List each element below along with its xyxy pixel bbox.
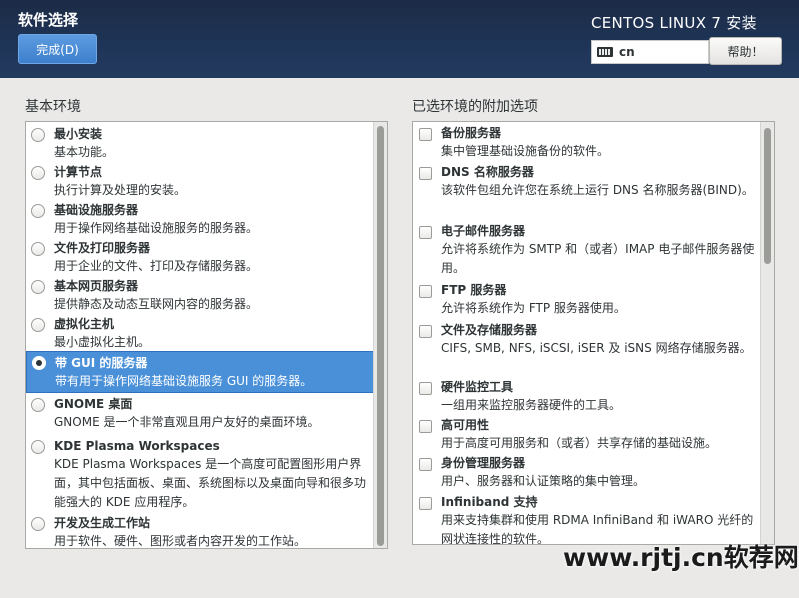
radio-button[interactable] [31,204,45,218]
env-option-name: 带 GUI 的服务器 [55,356,148,370]
addon-option-name: Infiniband 支持 [441,495,538,509]
addon-option-description: CIFS, SMB, NFS, iSCSI, iSER 及 iSNS 网络存储服… [441,341,752,355]
help-button[interactable]: 帮助！ [709,37,782,65]
checkbox[interactable] [419,325,432,338]
env-option-name: 最小安装 [54,127,103,141]
addon-option-name: 文件及存储服务器 [441,323,538,337]
addon-option-name: FTP 服务器 [441,283,507,297]
env-option[interactable]: 带 GUI 的服务器带有用于操作网络基础设施服务 GUI 的服务器。 [26,351,374,393]
env-option-name: 虚拟化主机 [54,317,115,331]
env-option-name: 基础设施服务器 [54,203,139,217]
env-option[interactable]: 基础设施服务器用于操作网络基础设施服务的服务器。 [26,200,374,238]
radio-button[interactable] [31,318,45,332]
addon-option[interactable]: 电子邮件服务器允许将系统作为 SMTP 和（或者）IMAP 电子邮件服务器使用。 [413,222,758,280]
done-button[interactable]: 完成(D) [18,34,97,64]
watermark: www.rjtj.cn软荐网 [563,543,799,572]
checkbox[interactable] [419,226,432,239]
checkbox[interactable] [419,458,432,471]
checkbox[interactable] [419,382,432,395]
env-option-description: KDE Plasma Workspaces 是一个高度可配置图形用户界面，其中包… [54,457,367,509]
checkbox[interactable] [419,497,432,510]
addons-scrollbar[interactable] [760,122,774,544]
addon-option-description: 集中管理基础设施备份的软件。 [441,144,610,158]
base-env-scrollbar[interactable] [373,122,387,548]
product-title: CENTOS LINUX 7 安装 [591,14,757,32]
addons-list: 备份服务器 集中管理基础设施备份的软件。 DNS 名称服务器 该软件包组允许您在系统上… [412,121,775,545]
addon-option[interactable]: FTP 服务器允许将系统作为 FTP 服务器使用。 [413,281,758,319]
addon-option[interactable]: 身份管理服务器用户、服务器和认证策略的集中管理。 [413,454,758,492]
checkbox[interactable] [419,285,432,298]
addons-scroll-thumb[interactable] [764,128,771,264]
env-option-description: 带有用于操作网络基础设施服务 GUI 的服务器。 [55,374,313,388]
env-option-description: 最小虚拟化主机。 [54,335,151,349]
radio-button[interactable] [31,517,45,531]
env-option-description: GNOME 是一个非常直观且用户友好的桌面环境。 [54,415,320,429]
checkbox[interactable] [419,128,432,141]
env-option-name: 计算节点 [54,165,103,179]
addon-option[interactable]: 高可用性用于高度可用服务和（或者）共享存储的基础设施。 [413,416,758,454]
checkbox[interactable] [419,420,432,433]
keyboard-layout-indicator[interactable]: cn [591,40,709,64]
checkbox[interactable] [419,167,432,180]
addon-option[interactable]: 文件及存储服务器 CIFS, SMB, NFS, iSCSI, iSER 及 iS… [413,321,758,377]
addon-option-name: 硬件监控工具 [441,380,514,394]
addon-option[interactable]: 硬件监控工具一组用来监控服务器硬件的工具。 [413,378,758,416]
addons-heading: 已选环境的附加选项 [412,99,538,115]
radio-button[interactable] [31,440,45,454]
addon-option-description: 该软件包组允许您在系统上运行 DNS 名称服务器(BIND)。 [441,183,754,197]
addon-option-description: 一组用来监控服务器硬件的工具。 [441,398,622,412]
addon-option-name: 备份服务器 [441,126,502,140]
radio-button[interactable] [31,128,45,142]
page-title: 软件选择 [18,11,79,29]
env-option[interactable]: GNOME 桌面 GNOME 是一个非常直观且用户友好的桌面环境。 [26,394,374,436]
env-option[interactable]: 最小安装 基本功能。 [26,124,374,162]
addon-option-description: 用户、服务器和认证策略的集中管理。 [441,474,646,488]
env-option-name: 文件及打印服务器 [54,241,151,255]
env-option-name: GNOME 桌面 [54,397,133,411]
env-option-name: KDE Plasma Workspaces [54,439,220,453]
header-bar: 软件选择 完成(D) CENTOS LINUX 7 安装 cn 帮助！ [0,0,799,78]
radio-button[interactable] [31,280,45,294]
addon-option[interactable]: 备份服务器集中管理基础设施备份的软件。 [413,124,758,162]
env-option-description: 用于企业的文件、打印及存储服务器。 [54,259,259,273]
radio-button[interactable] [31,166,45,180]
radio-selected-dot [36,360,42,366]
env-option-description: 用于操作网络基础设施服务的服务器。 [54,221,259,235]
addon-option-description: 用于高度可用服务和（或者）共享存储的基础设施。 [441,436,718,450]
addon-option-name: 身份管理服务器 [441,456,526,470]
env-option-description: 提供静态及动态互联网内容的服务器。 [54,297,259,311]
addon-option-name: 高可用性 [441,418,490,432]
env-option[interactable]: 虚拟化主机最小虚拟化主机。 [26,314,374,351]
addon-option-description: 允许将系统作为 SMTP 和（或者）IMAP 电子邮件服务器使用。 [441,242,755,275]
radio-button[interactable] [31,242,45,256]
base-env-heading: 基本环境 [25,99,81,115]
env-option-name: 基本网页服务器 [54,279,139,293]
radio-button[interactable] [31,398,45,412]
addon-option-name: DNS 名称服务器 [441,165,534,179]
keyboard-layout-label: cn [619,45,635,59]
env-option-description: 用于软件、硬件、图形或者内容开发的工作站。 [54,534,307,548]
keyboard-icon [597,47,613,57]
env-option-description: 执行计算及处理的安装。 [54,183,187,197]
radio-button[interactable] [32,356,46,370]
env-option[interactable]: 计算节点执行计算及处理的安装。 [26,162,374,200]
env-option-description: 基本功能。 [54,145,115,159]
env-option-name: 开发及生成工作站 [54,516,151,530]
env-option[interactable]: 基本网页服务器提供静态及动态互联网内容的服务器。 [26,276,374,314]
addon-option-description: 允许将系统作为 FTP 服务器使用。 [441,301,626,315]
env-option[interactable]: 开发及生成工作站用于软件、硬件、图形或者内容开发的工作站。 [26,513,374,548]
base-env-scroll-thumb[interactable] [377,126,384,546]
base-env-list: 最小安装基本功能。计算节点执行计算及处理的安装。 基础设施服务器用于操作网络基础设… [25,121,388,549]
env-option[interactable]: KDE Plasma Workspaces KDE Plasma Workspac… [26,436,374,513]
env-option[interactable]: 文件及打印服务器用于企业的文件、打印及存储服务器。 [26,238,374,276]
addon-option[interactable]: DNS 名称服务器该软件包组允许您在系统上运行 DNS 名称服务器(BIND)。 [413,163,758,221]
addon-option-name: 电子邮件服务器 [441,224,526,238]
